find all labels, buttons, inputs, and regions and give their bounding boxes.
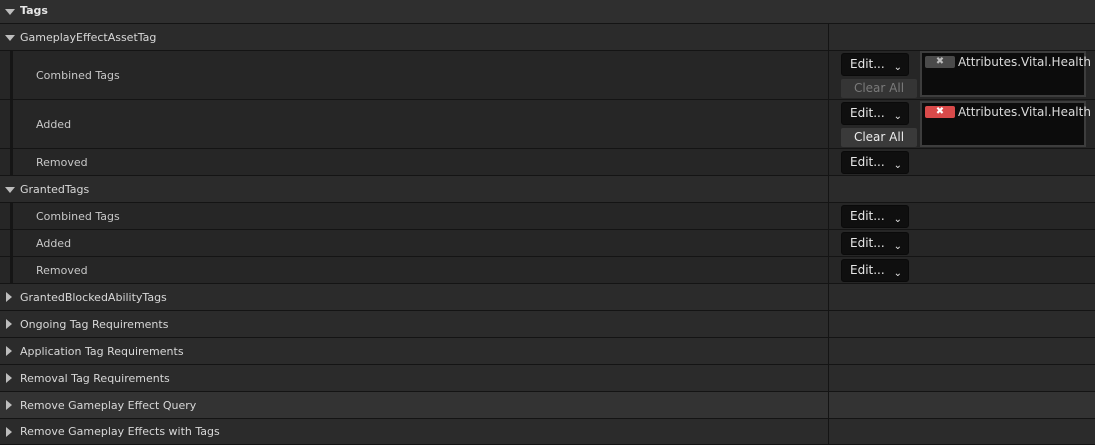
property-label: Removed — [36, 156, 88, 169]
edit-button[interactable]: Edit... ⌄ — [841, 232, 909, 255]
category-gameplay-effect-asset-tag[interactable]: GameplayEffectAssetTag — [0, 24, 1095, 51]
edit-button[interactable]: Edit... ⌄ — [841, 205, 909, 228]
collapse-triangle-icon[interactable] — [6, 400, 12, 410]
category-label: Removal Tag Requirements — [20, 372, 170, 385]
details-panel: Tags GameplayEffectAssetTag Combined Tag… — [0, 0, 1095, 445]
tag-name: Attributes.Vital.Health — [958, 55, 1091, 69]
category-remove-gameplay-effect-query[interactable]: Remove Gameplay Effect Query — [0, 392, 1095, 419]
chevron-down-icon: ⌄ — [893, 62, 902, 73]
category-label: Remove Gameplay Effect Query — [20, 399, 197, 412]
chevron-down-icon: ⌄ — [893, 160, 902, 171]
edit-button[interactable]: Edit... ⌄ — [841, 53, 909, 76]
remove-tag-icon[interactable]: ✖ — [925, 56, 955, 68]
edit-button-label: Edit... — [850, 209, 885, 223]
value-cell — [828, 311, 1095, 337]
remove-tag-icon[interactable]: ✖ — [925, 106, 955, 118]
category-label: Application Tag Requirements — [20, 345, 184, 358]
category-remove-gameplay-effects-with-tags[interactable]: Remove Gameplay Effects with Tags — [0, 419, 1095, 445]
chevron-down-icon: ⌄ — [893, 214, 902, 225]
chevron-down-icon: ⌄ — [893, 268, 902, 279]
property-removed: Removed Edit... ⌄ — [0, 149, 1095, 176]
category-ongoing-tag-requirements[interactable]: Ongoing Tag Requirements — [0, 311, 1095, 338]
expand-triangle-icon[interactable] — [5, 9, 15, 15]
value-cell — [828, 176, 1095, 202]
property-label: Added — [36, 118, 72, 131]
category-label: GrantedBlockedAbilityTags — [20, 291, 167, 304]
chevron-down-icon: ⌄ — [893, 111, 902, 122]
category-granted-blocked-ability-tags[interactable]: GrantedBlockedAbilityTags — [0, 284, 1095, 311]
edit-button-label: Edit... — [850, 155, 885, 169]
category-label: Remove Gameplay Effects with Tags — [20, 425, 220, 438]
tag-container: ✖ Attributes.Vital.Health — [920, 51, 1091, 97]
tag-container: ✖ Attributes.Vital.Health — [920, 101, 1091, 147]
clear-all-button[interactable]: Clear All — [841, 128, 917, 147]
expand-triangle-icon[interactable] — [5, 187, 15, 193]
value-cell — [828, 365, 1095, 391]
section-title: Tags — [20, 4, 48, 17]
category-granted-tags[interactable]: GrantedTags — [0, 176, 1095, 203]
category-removal-tag-requirements[interactable]: Removal Tag Requirements — [0, 365, 1095, 392]
property-label: Combined Tags — [36, 69, 120, 82]
property-combined-tags: Combined Tags Edit... ⌄ Clear All ✖ Attr… — [0, 51, 1095, 100]
tags-section-header[interactable]: Tags — [0, 0, 1095, 24]
value-cell — [828, 338, 1095, 364]
chevron-down-icon: ⌄ — [893, 241, 902, 252]
category-application-tag-requirements[interactable]: Application Tag Requirements — [0, 338, 1095, 365]
value-cell — [828, 24, 1095, 50]
value-cell — [828, 284, 1095, 310]
value-cell — [828, 419, 1095, 444]
edit-button-label: Edit... — [850, 236, 885, 250]
property-removed: Removed Edit... ⌄ — [0, 257, 1095, 284]
collapse-triangle-icon[interactable] — [6, 319, 12, 329]
property-label: Combined Tags — [36, 210, 120, 223]
edit-button[interactable]: Edit... ⌄ — [841, 151, 909, 174]
category-label: GameplayEffectAssetTag — [20, 31, 157, 44]
edit-button[interactable]: Edit... ⌄ — [841, 259, 909, 282]
category-label: GrantedTags — [20, 183, 90, 196]
property-combined-tags: Combined Tags Edit... ⌄ — [0, 203, 1095, 230]
edit-button-label: Edit... — [850, 106, 885, 120]
edit-button-label: Edit... — [850, 263, 885, 277]
property-label: Removed — [36, 264, 88, 277]
collapse-triangle-icon[interactable] — [6, 427, 12, 437]
collapse-triangle-icon[interactable] — [6, 373, 12, 383]
category-label: Ongoing Tag Requirements — [20, 318, 169, 331]
edit-button-label: Edit... — [850, 57, 885, 71]
property-label: Added — [36, 237, 72, 250]
tag-name: Attributes.Vital.Health — [958, 105, 1091, 119]
expand-triangle-icon[interactable] — [5, 35, 15, 41]
property-added: Added Edit... ⌄ — [0, 230, 1095, 257]
clear-all-button[interactable]: Clear All — [841, 79, 917, 98]
collapse-triangle-icon[interactable] — [6, 346, 12, 356]
edit-button[interactable]: Edit... ⌄ — [841, 102, 909, 125]
collapse-triangle-icon[interactable] — [6, 292, 12, 302]
property-added: Added Edit... ⌄ Clear All ✖ Attributes.V… — [0, 100, 1095, 149]
value-cell — [828, 392, 1095, 418]
